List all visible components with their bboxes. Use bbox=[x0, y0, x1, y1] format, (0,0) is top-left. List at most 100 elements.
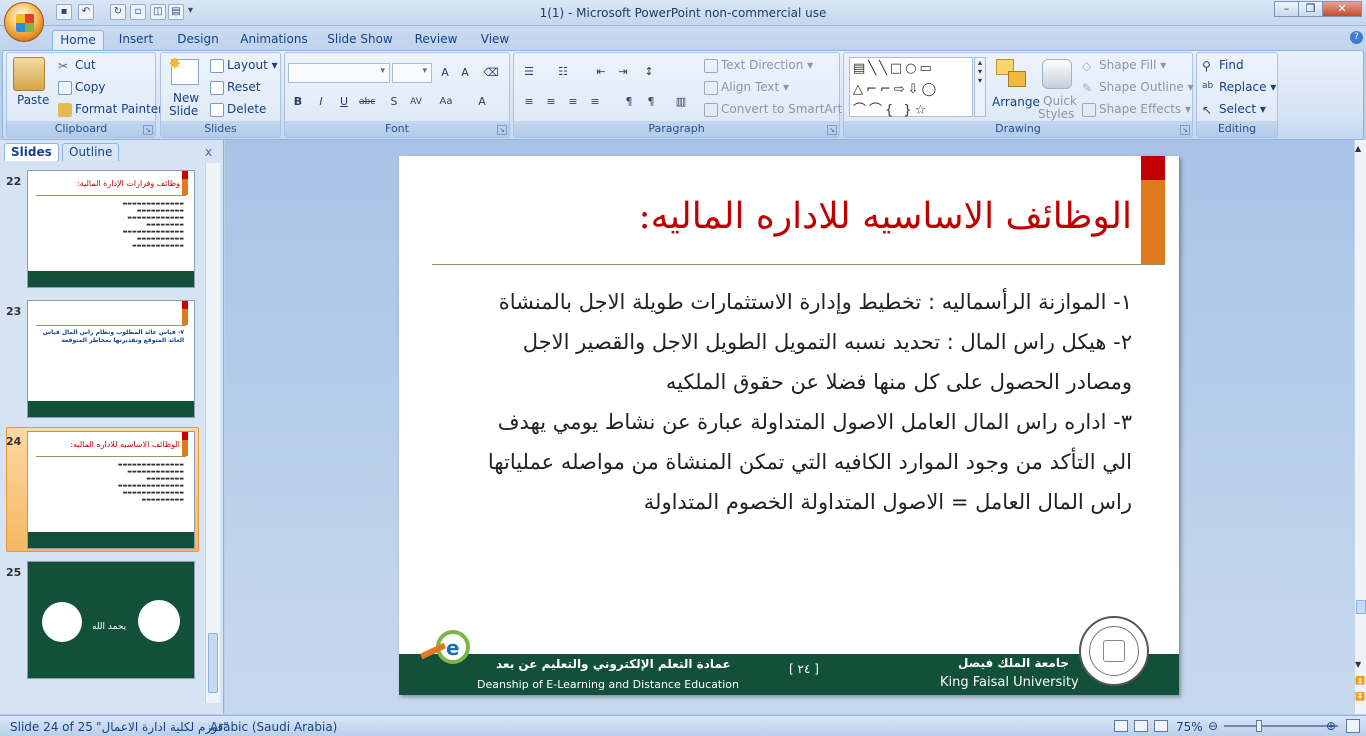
main-scrollbar[interactable]: ▲ ▼ ⏫ ⏬ bbox=[1354, 140, 1366, 714]
decrease-indent-icon[interactable]: ⇤ bbox=[592, 63, 610, 81]
tab-outline[interactable]: Outline bbox=[62, 143, 120, 161]
drawing-launcher-icon[interactable]: ↘ bbox=[1180, 125, 1190, 135]
quick-styles-icon[interactable] bbox=[1042, 59, 1072, 89]
justify-icon[interactable]: ≡ bbox=[586, 93, 604, 111]
tab-slide-show[interactable]: Slide Show bbox=[324, 30, 396, 50]
pane-close-icon[interactable]: x bbox=[205, 145, 212, 159]
slide-body[interactable]: ١- الموازنة الرأسماليه : تخطيط وإدارة ال… bbox=[440, 282, 1132, 522]
shrink-font-icon[interactable]: A bbox=[456, 64, 474, 82]
restore-button[interactable]: ❐ bbox=[1298, 1, 1323, 17]
line-spacing-icon[interactable]: ↕ bbox=[640, 63, 658, 81]
char-spacing-icon[interactable]: AV bbox=[407, 93, 425, 111]
tab-animations[interactable]: Animations bbox=[238, 30, 310, 50]
layout-button[interactable]: Layout ▾ bbox=[210, 58, 278, 73]
paragraph-group: ☰ ☷ ⇤ ⇥ ↕ ≡ ≡ ≡ ≡ ¶ ¶ ▥ Text Direction ▾… bbox=[513, 52, 852, 138]
font-name-input[interactable]: ▾ bbox=[288, 63, 390, 83]
tab-view[interactable]: View bbox=[474, 30, 516, 50]
change-case-icon[interactable]: Aa bbox=[437, 93, 455, 111]
text-direction-button[interactable]: Text Direction ▾ bbox=[704, 58, 813, 73]
convert-smartart-button[interactable]: Convert to SmartArt ▾ bbox=[704, 102, 852, 117]
select-button[interactable]: ↖ Select ▾ bbox=[1202, 102, 1266, 117]
slide-sorter-view-icon[interactable] bbox=[1134, 720, 1148, 732]
zoom-out-icon[interactable]: ⊖ bbox=[1208, 719, 1218, 733]
bullets-icon[interactable]: ☰ bbox=[520, 63, 538, 81]
grow-font-icon[interactable]: A bbox=[436, 64, 454, 82]
italic-icon[interactable]: I bbox=[312, 93, 330, 111]
font-launcher-icon[interactable]: ↘ bbox=[497, 125, 507, 135]
tab-design[interactable]: Design bbox=[172, 30, 224, 50]
tab-home[interactable]: Home bbox=[52, 30, 104, 50]
cursor-icon: ↖ bbox=[1202, 102, 1213, 117]
font-size-input[interactable]: ▾ bbox=[392, 63, 432, 83]
zoom-in-icon[interactable]: ⊕ bbox=[1326, 719, 1336, 733]
align-text-button[interactable]: Align Text ▾ bbox=[704, 80, 789, 95]
university-seal-icon bbox=[138, 600, 180, 642]
arrange-icon[interactable] bbox=[996, 59, 1028, 89]
minimize-button[interactable]: – bbox=[1274, 1, 1299, 17]
slide-thumbnail-22[interactable]: وظائف وقرارات الإدارة المالية: ▬▬▬▬▬▬▬▬▬… bbox=[27, 170, 195, 288]
columns-icon[interactable]: ▥ bbox=[672, 93, 690, 111]
scroll-up-icon[interactable]: ▲ bbox=[1355, 144, 1361, 153]
normal-view-icon[interactable] bbox=[1114, 720, 1128, 732]
help-icon[interactable]: ? bbox=[1350, 31, 1363, 44]
shapes-gallery[interactable]: ▤╲╲□○▭ △⌐⌐⇨⇩◯ ⌒⌒{ }☆ bbox=[849, 57, 973, 118]
copy-button[interactable]: Copy bbox=[58, 80, 105, 95]
new-slide-label-2[interactable]: Slide bbox=[169, 104, 198, 118]
bold-icon[interactable]: B bbox=[289, 93, 307, 111]
shape-effects-button[interactable]: Shape Effects ▾ bbox=[1082, 102, 1191, 117]
previous-slide-icon[interactable]: ⏫ bbox=[1355, 676, 1365, 685]
tab-slides[interactable]: Slides bbox=[4, 143, 59, 161]
underline-icon[interactable]: U bbox=[335, 93, 353, 111]
clipboard-launcher-icon[interactable]: ↘ bbox=[143, 125, 153, 135]
delete-button[interactable]: Delete bbox=[210, 102, 266, 117]
strikethrough-icon[interactable]: abc bbox=[358, 93, 376, 111]
thumbnail-title: الوظائف الاساسيه للاداره الماليه: bbox=[70, 440, 180, 449]
format-painter-button[interactable]: Format Painter bbox=[58, 102, 163, 117]
zoom-slider-thumb[interactable] bbox=[1256, 720, 1262, 732]
slide-thumbnail-23[interactable]: ٧- قياس عائد المطلوب ونظام راس المال قيا… bbox=[27, 300, 195, 418]
font-color-icon[interactable]: A bbox=[473, 93, 491, 111]
align-left-icon[interactable]: ≡ bbox=[520, 93, 538, 111]
slide-title[interactable]: الوظائف الاساسيه للاداره الماليه: bbox=[440, 196, 1132, 237]
shadow-icon[interactable]: S bbox=[385, 93, 403, 111]
close-window-button[interactable]: ✕ bbox=[1322, 1, 1362, 17]
main-scroll-thumb[interactable] bbox=[1356, 600, 1366, 614]
new-slide-icon[interactable]: ✸ bbox=[168, 54, 199, 85]
reset-button[interactable]: Reset bbox=[210, 80, 261, 95]
replace-button[interactable]: ab Replace ▾ bbox=[1202, 80, 1276, 95]
paste-icon[interactable] bbox=[13, 57, 45, 91]
slides-pane-scrollbar[interactable] bbox=[205, 163, 220, 703]
find-button[interactable]: ⚲ Find bbox=[1202, 58, 1244, 73]
new-slide-label-1[interactable]: New bbox=[173, 91, 199, 105]
tab-insert[interactable]: Insert bbox=[112, 30, 160, 50]
window-title: 1(1) - Microsoft PowerPoint non-commerci… bbox=[539, 6, 827, 20]
scroll-down-icon[interactable]: ▼ bbox=[1355, 660, 1361, 669]
quick-styles-label-2[interactable]: Styles bbox=[1038, 107, 1074, 121]
pane-scroll-thumb[interactable] bbox=[208, 633, 218, 693]
paragraph-launcher-icon[interactable]: ↘ bbox=[827, 125, 837, 135]
align-right-icon[interactable]: ≡ bbox=[564, 93, 582, 111]
paste-button[interactable]: Paste bbox=[17, 93, 49, 107]
clear-formatting-icon[interactable]: ⌫ bbox=[482, 64, 500, 82]
align-center-icon[interactable]: ≡ bbox=[542, 93, 560, 111]
slide-thumbnail-25[interactable]: يحمد الله bbox=[27, 561, 195, 679]
ltr-icon[interactable]: ¶ bbox=[620, 93, 638, 111]
cut-button[interactable]: ✂ Cut bbox=[58, 58, 96, 73]
rtl-icon[interactable]: ¶ bbox=[642, 93, 660, 111]
zoom-level[interactable]: 75% bbox=[1176, 720, 1203, 734]
language-indicator[interactable]: Arabic (Saudi Arabia) bbox=[210, 720, 337, 734]
fit-to-window-icon[interactable] bbox=[1346, 719, 1360, 733]
shapes-gallery-scroll[interactable]: ▴ ▾ ▾ bbox=[974, 57, 986, 117]
quick-styles-label-1[interactable]: Quick bbox=[1043, 94, 1077, 108]
slide-thumbnail-24[interactable]: الوظائف الاساسيه للاداره الماليه: ▬▬▬▬▬▬… bbox=[27, 431, 195, 549]
next-slide-icon[interactable]: ⏬ bbox=[1355, 692, 1365, 701]
increase-indent-icon[interactable]: ⇥ bbox=[614, 63, 632, 81]
shape-fill-button[interactable]: ◇ Shape Fill ▾ bbox=[1082, 58, 1166, 73]
office-button[interactable] bbox=[4, 2, 44, 42]
shape-outline-button[interactable]: ✎ Shape Outline ▾ bbox=[1082, 80, 1194, 95]
slide-show-view-icon[interactable] bbox=[1154, 720, 1168, 732]
tab-review[interactable]: Review bbox=[410, 30, 462, 50]
arrange-button[interactable]: Arrange bbox=[992, 95, 1040, 109]
zoom-slider[interactable] bbox=[1224, 725, 1338, 727]
numbering-icon[interactable]: ☷ bbox=[554, 63, 572, 81]
